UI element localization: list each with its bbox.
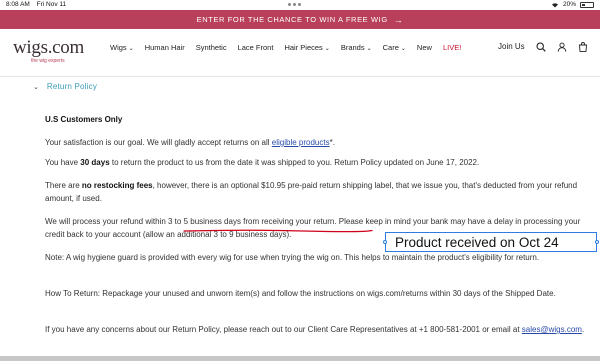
account-icon[interactable] bbox=[557, 42, 567, 52]
nav-item-care[interactable]: Care ⌄ bbox=[383, 43, 406, 52]
policy-paragraph-contact: If you have any concerns about our Retur… bbox=[45, 325, 585, 334]
status-left: 8:08 AM Fri Nov 11 bbox=[6, 1, 66, 8]
promo-banner[interactable]: ENTER FOR THE CHANCE TO WIN A FREE WIG → bbox=[0, 10, 600, 29]
main-nav: Wigs ⌄ Human Hair Synthetic Lace Front Ha… bbox=[110, 43, 472, 52]
nav-item-human-hair[interactable]: Human Hair bbox=[145, 43, 185, 52]
status-bar: 8:08 AM Fri Nov 11 20% bbox=[0, 0, 600, 10]
nav-item-new[interactable]: New bbox=[417, 43, 432, 52]
accordion-title[interactable]: Return Policy bbox=[47, 82, 97, 91]
nav-item-lace-front[interactable]: Lace Front bbox=[238, 43, 274, 52]
header-divider bbox=[0, 76, 600, 77]
policy-paragraph-30-days: You have 30 days to return the product t… bbox=[45, 158, 480, 167]
return-policy-accordion[interactable]: ⌄ Return Policy bbox=[33, 82, 97, 91]
header-icons bbox=[536, 42, 588, 52]
nav-item-hair-pieces[interactable]: Hair Pieces ⌄ bbox=[284, 43, 329, 52]
annotation-text[interactable]: Product received on Oct 24 bbox=[395, 235, 559, 250]
sales-email-link[interactable]: sales@wigs.com bbox=[522, 325, 582, 334]
site-header: wigs.com the wig experts Wigs ⌄ Human Hai… bbox=[0, 29, 600, 71]
multitasking-dots-icon[interactable] bbox=[288, 3, 301, 6]
policy-paragraph-hygiene: Note: A wig hygiene guard is provided wi… bbox=[45, 253, 540, 262]
nav-item-synthetic[interactable]: Synthetic bbox=[196, 43, 227, 52]
status-right: 20% bbox=[551, 1, 594, 8]
chevron-down-icon[interactable]: ⌄ bbox=[33, 83, 39, 91]
chevron-down-icon: ⌄ bbox=[366, 46, 372, 52]
chevron-down-icon: ⌄ bbox=[128, 46, 134, 52]
chevron-down-icon: ⌄ bbox=[324, 46, 330, 52]
cart-icon[interactable] bbox=[578, 42, 588, 52]
battery-percent: 20% bbox=[562, 1, 576, 8]
status-time: 8:08 AM bbox=[6, 1, 30, 8]
policy-paragraph-restocking: There are no restocking fees, however, t… bbox=[45, 181, 578, 203]
nav-item-live[interactable]: LIVE! bbox=[443, 43, 461, 52]
policy-heading: U.S Customers Only bbox=[45, 115, 123, 124]
chevron-down-icon: ⌄ bbox=[400, 46, 406, 52]
policy-paragraph-satisfaction: Your satisfaction is our goal. We will g… bbox=[45, 138, 335, 147]
site-logo[interactable]: wigs.com the wig experts bbox=[13, 37, 84, 64]
battery-icon bbox=[580, 1, 594, 8]
resize-handle-right[interactable] bbox=[595, 240, 599, 244]
bottom-edge bbox=[0, 356, 600, 361]
annotation-textbox[interactable]: Product received on Oct 24 bbox=[383, 232, 599, 252]
nav-item-wigs[interactable]: Wigs ⌄ bbox=[110, 43, 134, 52]
red-underline-annotation bbox=[183, 229, 373, 233]
join-us-link[interactable]: Join Us bbox=[498, 42, 525, 51]
policy-paragraph-how-to-return: How To Return: Repackage your unused and… bbox=[45, 289, 556, 298]
logo-tagline: the wig experts bbox=[31, 58, 65, 64]
status-date: Fri Nov 11 bbox=[36, 1, 67, 8]
nav-item-brands[interactable]: Brands ⌄ bbox=[341, 43, 372, 52]
promo-text[interactable]: ENTER FOR THE CHANCE TO WIN A FREE WIG bbox=[197, 15, 388, 24]
eligible-products-link[interactable]: eligible products bbox=[272, 138, 330, 147]
arrow-right-icon[interactable]: → bbox=[394, 15, 404, 25]
wifi-icon bbox=[551, 2, 558, 7]
resize-handle-left[interactable] bbox=[383, 240, 387, 244]
logo-wordmark[interactable]: wigs.com bbox=[13, 37, 84, 59]
search-icon[interactable] bbox=[536, 42, 546, 52]
